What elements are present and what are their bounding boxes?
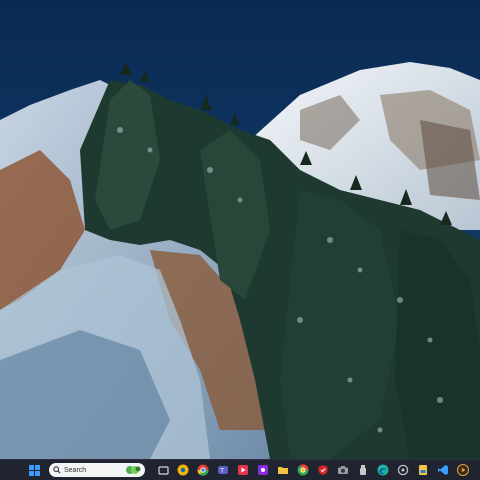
desktop-wallpaper bbox=[0, 0, 480, 459]
file-explorer-icon[interactable] bbox=[275, 462, 291, 478]
vscode-icon[interactable] bbox=[435, 462, 451, 478]
edge-icon[interactable] bbox=[375, 462, 391, 478]
usb-icon[interactable] bbox=[355, 462, 371, 478]
chrome-icon[interactable] bbox=[195, 462, 211, 478]
search-highlight-icon bbox=[126, 466, 141, 474]
mountain-wallpaper bbox=[0, 0, 480, 459]
chrome-alt-icon[interactable] bbox=[295, 462, 311, 478]
media-player-icon[interactable] bbox=[235, 462, 251, 478]
app-purple-icon[interactable] bbox=[255, 462, 271, 478]
search-placeholder: Search bbox=[64, 466, 87, 474]
security-icon[interactable] bbox=[315, 462, 331, 478]
taskbar-search-box[interactable]: Search bbox=[49, 463, 145, 477]
windows-start-icon[interactable] bbox=[26, 462, 42, 478]
chrome-canary-icon[interactable] bbox=[175, 462, 191, 478]
task-view-icon[interactable] bbox=[155, 462, 171, 478]
teams-icon[interactable]: T bbox=[215, 462, 231, 478]
camera-icon[interactable] bbox=[335, 462, 351, 478]
settings-icon[interactable] bbox=[395, 462, 411, 478]
taskbar: Search T bbox=[0, 459, 480, 480]
media-icon[interactable] bbox=[455, 462, 471, 478]
search-icon bbox=[53, 466, 61, 474]
sticky-notes-icon[interactable] bbox=[415, 462, 431, 478]
svg-text:T: T bbox=[219, 468, 224, 475]
